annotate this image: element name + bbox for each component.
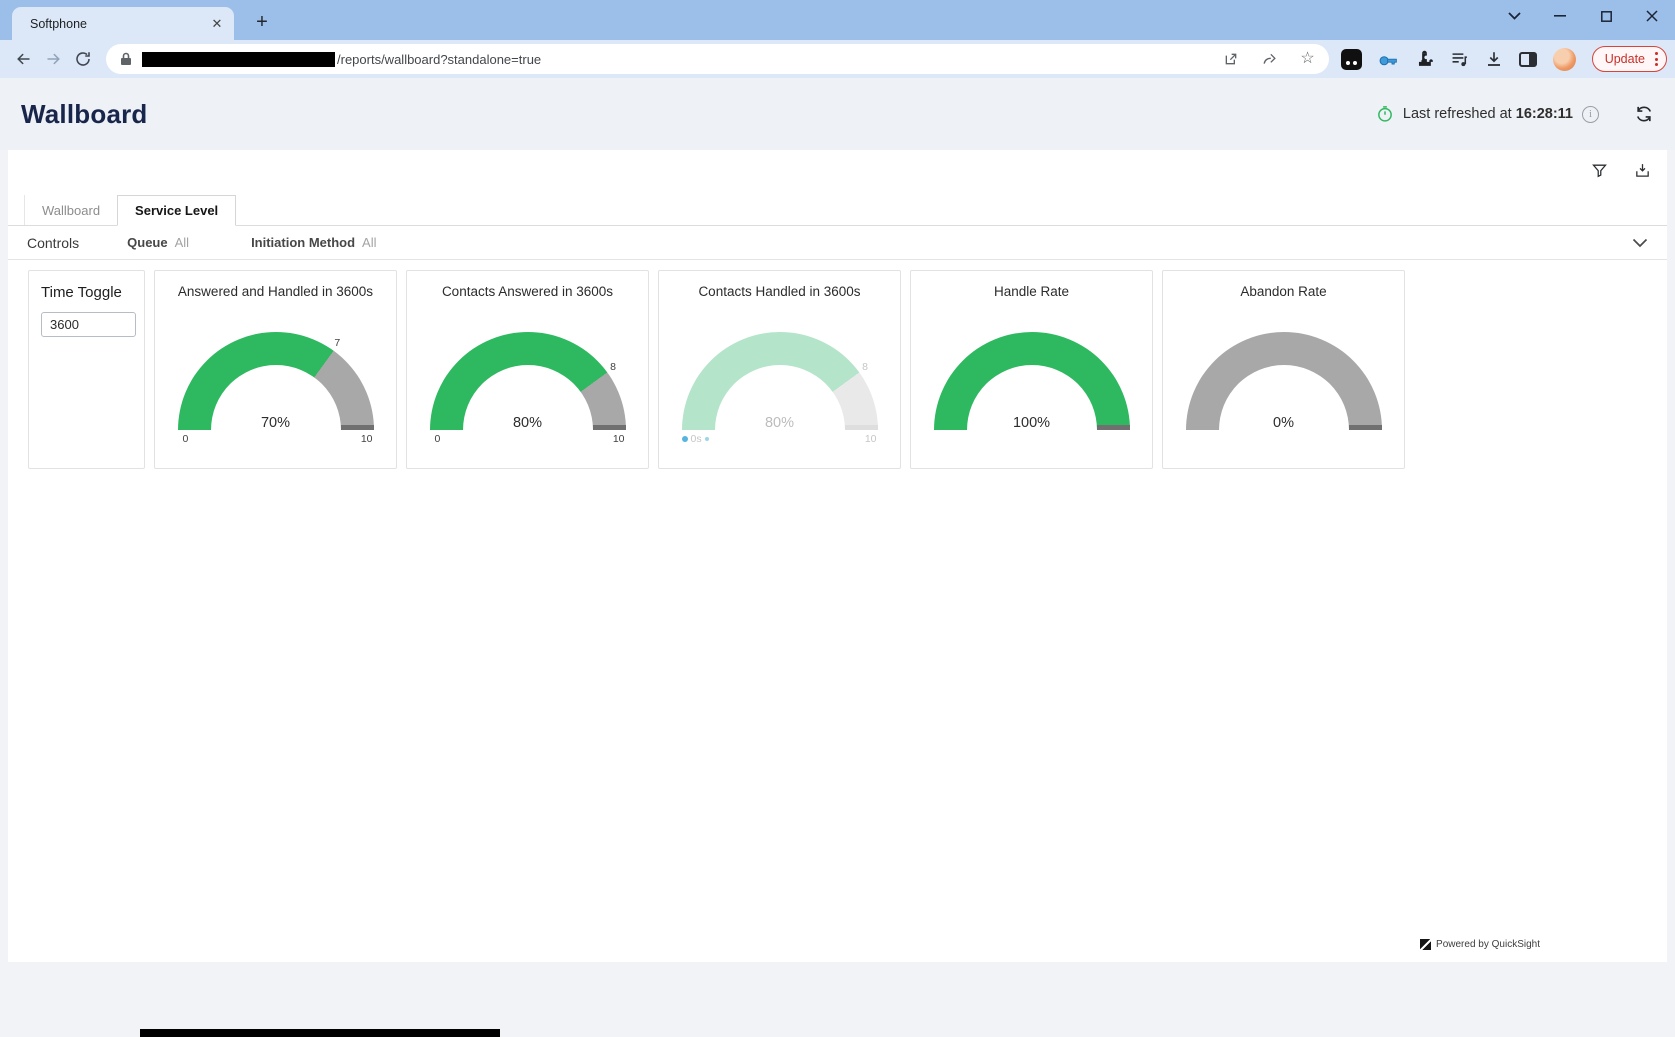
collapse-controls-chevron-icon[interactable] [1632, 238, 1648, 248]
maximize-button[interactable] [1583, 0, 1629, 32]
time-toggle-input[interactable] [41, 312, 136, 337]
url-path-text: /reports/wallboard?standalone=true [337, 52, 541, 67]
gauge-threshold-label: 7 [334, 337, 340, 349]
gauge-title: Handle Rate [911, 284, 1152, 299]
controls-label: Controls [27, 235, 79, 251]
initiation-method-filter[interactable]: Initiation Method All [251, 235, 376, 250]
time-toggle-card: Time Toggle [28, 270, 145, 469]
open-in-new-icon[interactable] [1223, 51, 1239, 67]
browser-update-button[interactable]: Update [1592, 46, 1667, 72]
media-queue-icon[interactable] [1450, 51, 1469, 68]
powered-by-quicksight: Powered by QuickSight [1420, 939, 1540, 950]
key-extension-icon[interactable] [1378, 50, 1399, 68]
gauge-chart[interactable]: 0% [1186, 332, 1382, 430]
timer-icon [1376, 105, 1394, 123]
bottom-redaction-bar [140, 1029, 500, 1037]
gauge-chart[interactable]: 80% 0s 10 8 [682, 332, 878, 430]
gauge-title: Abandon Rate [1163, 284, 1404, 299]
gauge-min-label: 0 [435, 433, 441, 445]
sheet-tab-bar: Wallboard Service Level [8, 195, 1667, 226]
window-controls [1491, 0, 1675, 32]
new-tab-button[interactable]: + [248, 8, 276, 36]
close-window-button[interactable] [1629, 0, 1675, 32]
gauge-threshold-label: 8 [610, 361, 616, 373]
reload-button[interactable] [68, 44, 98, 74]
gauge-card-handle-rate[interactable]: Handle Rate 100% [910, 270, 1153, 469]
visuals-row: Time Toggle Answered and Handled in 3600… [8, 260, 1667, 479]
profile-avatar[interactable] [1553, 48, 1576, 71]
browser-tab-title: Softphone [30, 17, 87, 31]
gauge-title: Answered and Handled in 3600s [155, 284, 396, 299]
bookmark-star-icon[interactable]: ☆ [1300, 51, 1314, 67]
minimize-button[interactable] [1537, 0, 1583, 32]
extensions-puzzle-icon[interactable] [1415, 50, 1434, 69]
info-icon[interactable]: i [1582, 106, 1599, 123]
browser-toolbar: /reports/wallboard?standalone=true ☆ Upd… [0, 40, 1675, 78]
browser-menu-kebab-icon[interactable] [1653, 50, 1660, 68]
browser-titlebar: Softphone ✕ + [0, 0, 1675, 40]
gauge-min-label: 0 [183, 433, 189, 445]
quicksight-logo-icon [1420, 939, 1431, 950]
refresh-button[interactable] [1634, 104, 1654, 124]
last-refreshed-time: 16:28:11 [1516, 106, 1573, 122]
gauge-card-answered-and-handled[interactable]: Answered and Handled in 3600s 70% 0 10 7 [154, 270, 397, 469]
forward-button[interactable] [38, 44, 68, 74]
filter-icon[interactable] [1591, 162, 1608, 179]
queue-filter[interactable]: Queue All [127, 235, 189, 250]
tab-search-chevron-icon[interactable] [1491, 0, 1537, 32]
gauge-min-label: 0s [682, 433, 709, 445]
gauge-card-contacts-handled[interactable]: Contacts Handled in 3600s 80% 0s 10 8 [658, 270, 901, 469]
gauge-threshold-label: 8 [862, 361, 868, 373]
update-label: Update [1605, 52, 1645, 66]
gauge-max-label: 10 [361, 433, 373, 445]
page-header: Wallboard Last refreshed at 16:28:11 i [0, 78, 1675, 150]
gauge-value-label: 0% [1186, 415, 1382, 431]
gauge-value-label: 100% [934, 415, 1130, 431]
sheet-tab-service-level[interactable]: Service Level [117, 195, 236, 226]
hover-dot-icon [682, 436, 688, 442]
controls-bar: Controls Queue All Initiation Method All [8, 226, 1667, 260]
gauge-chart[interactable]: 100% [934, 332, 1130, 430]
gauge-card-abandon-rate[interactable]: Abandon Rate 0% [1162, 270, 1405, 469]
gauge-max-label: 10 [865, 433, 877, 445]
browser-tab[interactable]: Softphone ✕ [12, 7, 234, 40]
export-icon[interactable] [1634, 162, 1651, 179]
url-domain-redaction [142, 52, 335, 67]
extensions-area [1341, 48, 1576, 71]
lock-icon [120, 52, 132, 66]
hover-dot-icon [705, 437, 709, 441]
gauge-title: Contacts Handled in 3600s [659, 284, 900, 299]
time-toggle-title: Time Toggle [41, 284, 132, 301]
gauge-title: Contacts Answered in 3600s [407, 284, 648, 299]
gauge-value-label: 80% [430, 415, 626, 431]
last-refreshed-text: Last refreshed at 16:28:11 [1403, 106, 1573, 122]
downloads-icon[interactable] [1485, 50, 1503, 68]
back-button[interactable] [8, 44, 38, 74]
dashboard-sheet: Wallboard Service Level Controls Queue A… [8, 150, 1667, 962]
side-panel-icon[interactable] [1519, 52, 1537, 67]
gauge-card-contacts-answered[interactable]: Contacts Answered in 3600s 80% 0 10 8 [406, 270, 649, 469]
gauge-value-label: 70% [178, 415, 374, 431]
gauge-chart[interactable]: 80% 0 10 8 [430, 332, 626, 430]
gauge-value-label: 80% [682, 415, 878, 431]
tab-close-icon[interactable]: ✕ [208, 15, 226, 33]
url-bar[interactable]: /reports/wallboard?standalone=true ☆ [106, 44, 1329, 74]
page-title: Wallboard [21, 99, 148, 130]
gauge-max-label: 10 [613, 433, 625, 445]
extension-dots-icon[interactable] [1341, 49, 1362, 70]
sheet-tab-wallboard[interactable]: Wallboard [24, 195, 117, 225]
gauge-chart[interactable]: 70% 0 10 7 [178, 332, 374, 430]
share-icon[interactable] [1261, 51, 1278, 67]
